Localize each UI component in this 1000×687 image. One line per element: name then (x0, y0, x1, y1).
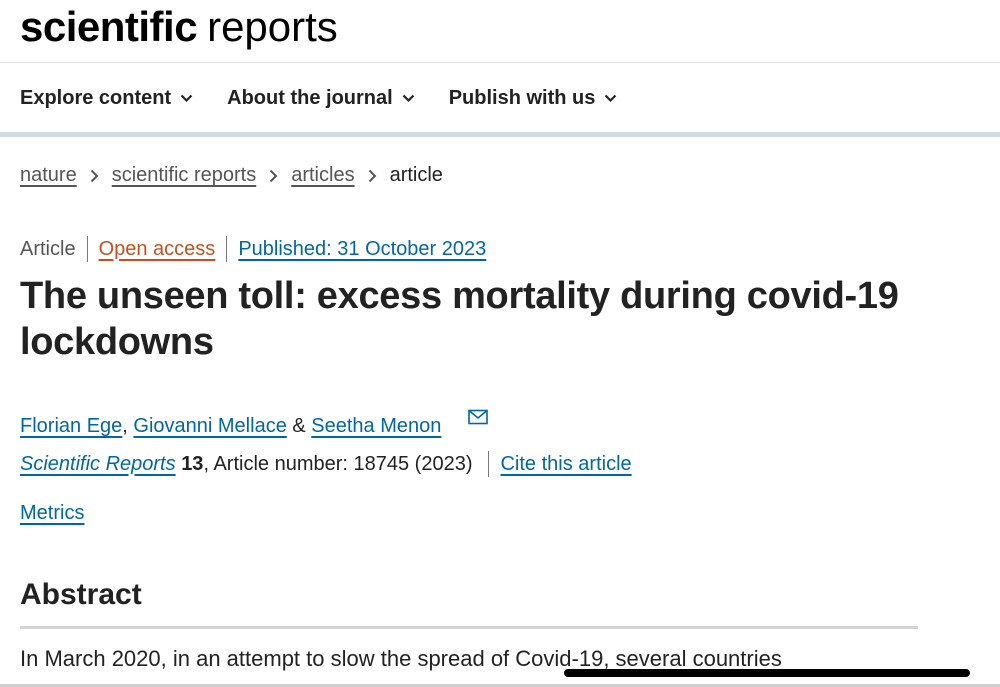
article-type: Article (20, 237, 76, 260)
published-date-link[interactable]: Published: 31 October 2023 (238, 238, 486, 261)
journal-link[interactable]: Scientific Reports (20, 453, 176, 476)
meta-divider (226, 236, 228, 262)
open-access-link[interactable]: Open access (99, 238, 216, 261)
article-meta: Article Open access Published: 31 Octobe… (20, 236, 486, 262)
breadcrumb-scientific-reports[interactable]: scientific reports (112, 164, 257, 187)
nav-publish-with-us[interactable]: Publish with us (449, 82, 618, 114)
nav-explore-content[interactable]: Explore content (20, 82, 193, 114)
volume-number: 13 (181, 452, 204, 475)
citation-divider (488, 451, 490, 477)
citation-line: Scientific Reports 13, Article number: 1… (20, 451, 632, 477)
author-link[interactable]: Florian Ege (20, 415, 122, 438)
abstract-divider (20, 626, 918, 629)
logo-secondary: reports (207, 3, 338, 50)
email-icon[interactable] (445, 385, 488, 454)
author-link[interactable]: Giovanni Mellace (133, 415, 286, 438)
breadcrumb-nature[interactable]: nature (20, 164, 77, 187)
journal-logo[interactable]: scientific reports (20, 2, 338, 52)
nav-label: About the journal (227, 86, 393, 109)
author-separator: , (122, 415, 134, 437)
metrics-container: Metrics (20, 502, 84, 525)
metrics-link[interactable]: Metrics (20, 502, 84, 524)
nav-label: Publish with us (448, 86, 596, 109)
cite-article-link[interactable]: Cite this article (500, 453, 631, 476)
chevron-down-icon (605, 94, 617, 102)
author-separator: & (286, 415, 312, 437)
breadcrumb: nature scientific reports articles artic… (20, 164, 443, 187)
chevron-right-icon (90, 169, 99, 183)
home-indicator[interactable] (564, 669, 970, 677)
article-number: , Article number: 18745 (2023) (203, 452, 473, 475)
nav-about-journal[interactable]: About the journal (227, 82, 415, 114)
nav-underline-bar (0, 132, 1000, 137)
chevron-right-icon (368, 169, 377, 183)
chevron-down-icon (402, 94, 414, 102)
meta-divider (86, 236, 88, 262)
header-divider (0, 62, 1000, 63)
breadcrumb-current: article (389, 164, 443, 186)
chevron-right-icon (269, 169, 278, 183)
author-link[interactable]: Seetha Menon (311, 415, 441, 438)
main-nav: Explore content About the journal Publis… (20, 82, 617, 114)
nav-label: Explore content (20, 86, 172, 109)
abstract-heading: Abstract (20, 578, 142, 611)
logo-primary: scientific (20, 3, 198, 50)
breadcrumb-articles[interactable]: articles (291, 164, 354, 187)
article-title: The unseen toll: excess mortality during… (20, 275, 899, 363)
chevron-down-icon (180, 94, 193, 102)
